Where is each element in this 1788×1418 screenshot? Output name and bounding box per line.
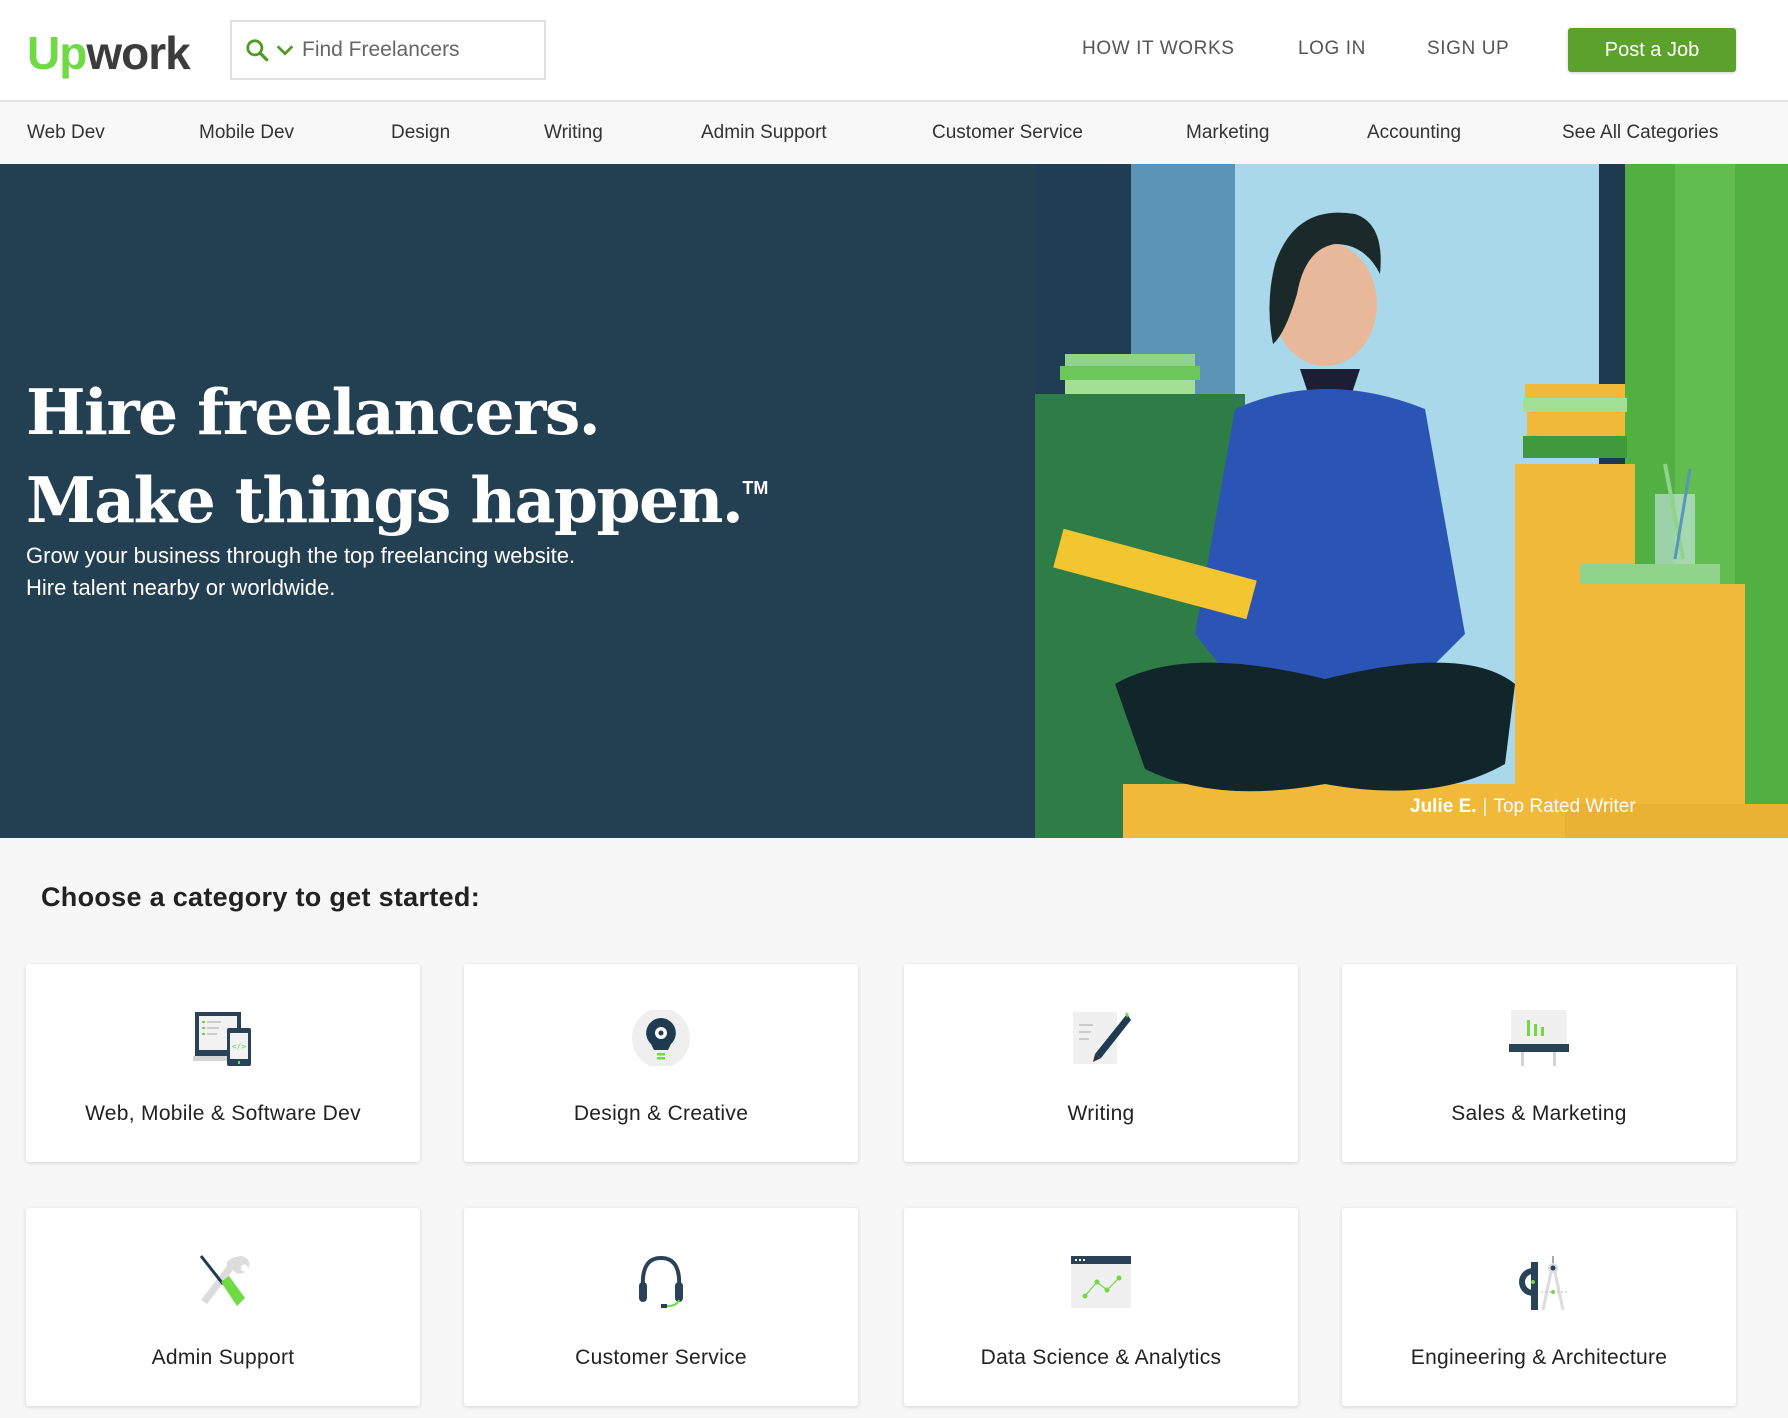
- category-card-engineering-architecture[interactable]: Engineering & Architecture: [1342, 1208, 1736, 1406]
- logo-work: work: [86, 27, 190, 79]
- category-label: Data Science & Analytics: [980, 1346, 1222, 1369]
- lightbulb-gear-icon: [632, 1010, 690, 1066]
- search-input[interactable]: [302, 38, 532, 62]
- how-it-works-link[interactable]: HOW IT WORKS: [1082, 38, 1235, 60]
- catnav-web-dev[interactable]: Web Dev: [27, 122, 105, 144]
- category-card-design-creative[interactable]: Design & Creative: [464, 964, 858, 1162]
- pen-paper-icon: [1073, 1012, 1131, 1064]
- photo-caption: Julie E. | Top Rated Writer: [1410, 796, 1636, 818]
- chart-easel-icon: [1509, 1010, 1569, 1066]
- trademark: TM: [742, 478, 769, 498]
- catnav-marketing[interactable]: Marketing: [1186, 122, 1269, 144]
- search-icon[interactable]: [244, 37, 270, 63]
- catnav-accounting[interactable]: Accounting: [1367, 122, 1461, 144]
- hero-title: Hire freelancers. Make things happen.TM: [26, 374, 768, 538]
- category-label: Writing: [1067, 1102, 1135, 1125]
- category-card-web-mobile-software-dev[interactable]: </> Web, Mobile & Software Dev: [26, 964, 420, 1162]
- catnav-admin-support[interactable]: Admin Support: [701, 122, 827, 144]
- headset-icon: [639, 1255, 683, 1308]
- categories-heading: Choose a category to get started:: [41, 882, 480, 912]
- catnav-writing[interactable]: Writing: [544, 122, 603, 144]
- tools-icon: [199, 1255, 250, 1306]
- search-box[interactable]: [230, 20, 546, 80]
- caption-role: Top Rated Writer: [1493, 796, 1636, 817]
- chevron-down-icon[interactable]: [274, 39, 296, 61]
- catnav-design[interactable]: Design: [391, 122, 450, 144]
- top-header: Upwork HOW IT WORKS LOG IN SIGN UP Post …: [0, 0, 1788, 102]
- sign-up-link[interactable]: SIGN UP: [1427, 38, 1509, 60]
- category-card-writing[interactable]: Writing: [904, 964, 1298, 1162]
- category-label: Engineering & Architecture: [1410, 1346, 1668, 1369]
- caption-separator: |: [1482, 796, 1488, 817]
- hero-photo-freelancer: [1035, 164, 1788, 838]
- category-card-data-science-analytics[interactable]: Data Science & Analytics: [904, 1208, 1298, 1406]
- logo-up: Up: [27, 27, 87, 79]
- hero-subtitle: Grow your business through the top freel…: [26, 543, 576, 600]
- category-card-admin-support[interactable]: Admin Support: [26, 1208, 420, 1406]
- category-label: Admin Support: [151, 1346, 295, 1369]
- category-card-sales-marketing[interactable]: Sales & Marketing: [1342, 964, 1736, 1162]
- post-a-job-button[interactable]: Post a Job: [1568, 28, 1736, 72]
- catnav-customer-service[interactable]: Customer Service: [932, 122, 1083, 144]
- log-in-link[interactable]: LOG IN: [1298, 38, 1366, 60]
- category-label: Design & Creative: [573, 1102, 749, 1125]
- compass-protractor-icon: [1519, 1256, 1567, 1310]
- hero-banner: Hire freelancers. Make things happen.TM …: [0, 164, 1788, 838]
- category-nav: Web Dev Mobile Dev Design Writing Admin …: [0, 102, 1788, 164]
- category-label: Sales & Marketing: [1451, 1102, 1627, 1125]
- category-card-customer-service[interactable]: Customer Service: [464, 1208, 858, 1406]
- category-label: Customer Service: [575, 1346, 747, 1369]
- line-chart-window-icon: [1071, 1256, 1131, 1308]
- upwork-logo[interactable]: Up work: [27, 22, 191, 79]
- hero-title-line2: Make things happen.: [26, 463, 744, 537]
- category-label: Web, Mobile & Software Dev: [85, 1102, 361, 1125]
- catnav-see-all-categories[interactable]: See All Categories: [1562, 122, 1718, 144]
- hero-title-line1: Hire freelancers.: [26, 375, 601, 449]
- caption-name: Julie E.: [1410, 796, 1477, 817]
- svg-text:</>: </>: [232, 1042, 247, 1051]
- devices-code-icon: </>: [193, 1012, 251, 1066]
- catnav-mobile-dev[interactable]: Mobile Dev: [199, 122, 294, 144]
